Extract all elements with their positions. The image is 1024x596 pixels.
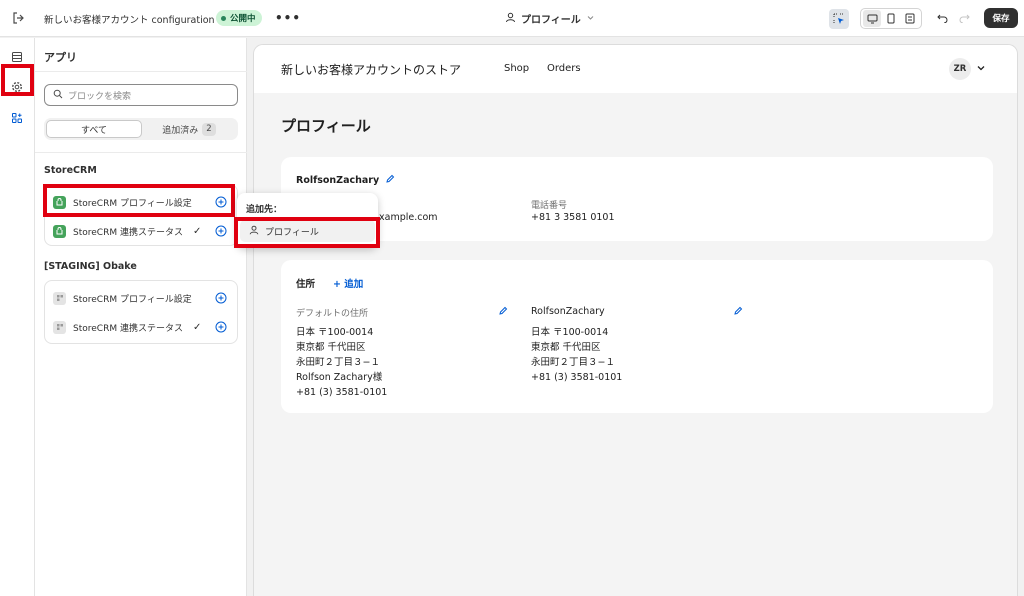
tab-added[interactable]: 追加済み 2 — [142, 120, 236, 138]
app-block-row[interactable]: StoreCRM 連携ステータス ✓ — [45, 219, 237, 243]
app-block-label: StoreCRM 連携ステータス — [73, 323, 183, 334]
search-icon — [53, 89, 63, 102]
phone-value: +81 3 3581 0101 — [531, 212, 615, 223]
page-selector-label: プロフィール — [521, 15, 581, 26]
add-circle-icon[interactable] — [215, 321, 227, 333]
chevron-down-icon[interactable] — [976, 63, 986, 76]
address-line: Rolfson Zachary様 — [296, 372, 383, 383]
fullscreen-icon[interactable] — [901, 10, 919, 27]
profile-name: RolfsonZachary — [296, 175, 380, 186]
desktop-icon[interactable] — [863, 10, 881, 27]
add-circle-icon[interactable] — [215, 225, 227, 237]
address-line: 東京都 千代田区 — [531, 342, 601, 353]
preview-header: 新しいお客様アカウントのストア Shop Orders ZR — [254, 45, 1017, 93]
undo-icon[interactable] — [934, 10, 950, 26]
app-group-title: StoreCRM — [44, 165, 97, 176]
block-search-input[interactable]: ブロックを検索 — [44, 84, 238, 106]
app-icon — [53, 224, 66, 238]
added-count-badge: 2 — [202, 122, 216, 136]
person-icon — [505, 12, 516, 26]
tab-added-label: 追加済み — [162, 125, 199, 136]
apps-highlight-box — [1, 64, 34, 96]
default-address: 日本 〒100-0014 東京都 千代田区 永田町２丁目３−１ Rolfson … — [296, 325, 387, 400]
added-check-icon: ✓ — [193, 321, 202, 333]
profile-card: RolfsonZachary xample.com 電話番号 +81 3 358… — [281, 157, 993, 241]
second-address: 日本 〒100-0014 東京都 千代田区 永田町２丁目３−１ +81 (3) … — [531, 325, 622, 385]
address-title-row: 住所 + 追加 — [296, 276, 363, 290]
status-label: 公開中 — [230, 14, 256, 24]
page-selector[interactable]: プロフィール — [505, 11, 595, 26]
exit-icon[interactable] — [9, 9, 27, 27]
left-rail — [0, 38, 35, 596]
tab-all[interactable]: すべて — [46, 120, 142, 138]
address-line: 日本 〒100-0014 — [296, 327, 374, 338]
second-address-name: RolfsonZachary — [531, 306, 605, 317]
device-switcher — [860, 8, 922, 29]
more-actions-button[interactable]: ••• — [275, 9, 300, 27]
mobile-icon[interactable] — [882, 10, 900, 27]
pencil-icon[interactable] — [733, 306, 743, 316]
page-title: プロフィール — [281, 117, 371, 135]
redo-icon[interactable] — [956, 10, 972, 26]
address-title: 住所 — [296, 279, 316, 290]
app-placeholder-icon — [53, 291, 66, 305]
row-highlight-box — [43, 184, 235, 217]
added-check-icon: ✓ — [193, 225, 202, 237]
apps-icon[interactable] — [6, 107, 28, 129]
store-preview: 新しいお客様アカウントのストア Shop Orders ZR プロフィール Ro… — [253, 44, 1018, 596]
popover-title: 追加先： — [246, 205, 283, 215]
profile-email: xample.com — [379, 212, 438, 223]
status-dot — [221, 15, 226, 21]
app-group-title: [STAGING] Obake — [44, 261, 137, 272]
address-line: 東京都 千代田区 — [296, 342, 366, 353]
divider — [35, 152, 247, 153]
popover-highlight-box — [234, 217, 380, 248]
apps-sidebar: アプリ ブロックを検索 すべて 追加済み 2 StoreCRM StoreCRM… — [35, 38, 247, 596]
pencil-icon[interactable] — [498, 306, 508, 316]
status-badge: 公開中 — [216, 10, 262, 26]
divider — [35, 71, 247, 72]
add-circle-icon[interactable] — [215, 292, 227, 304]
avatar[interactable]: ZR — [949, 58, 971, 80]
search-placeholder: ブロックを検索 — [68, 91, 132, 102]
inspector-toggle-icon[interactable] — [829, 9, 849, 29]
theme-title: 新しいお客様アカウント configuration — [44, 15, 215, 26]
address-line: 永田町２丁目３−１ — [296, 357, 380, 368]
profile-name-row: RolfsonZachary — [296, 174, 395, 187]
add-address-link[interactable]: + 追加 — [333, 276, 363, 290]
address-line: 日本 〒100-0014 — [531, 327, 609, 338]
store-name: 新しいお客様アカウントのストア — [281, 63, 462, 77]
app-block-row[interactable]: StoreCRM プロフィール設定 — [45, 286, 237, 310]
chevron-down-icon — [586, 13, 595, 25]
address-card: 住所 + 追加 デフォルトの住所 日本 〒100-0014 東京都 千代田区 永… — [281, 260, 993, 413]
nav-link-orders[interactable]: Orders — [547, 63, 581, 74]
filter-tabs: すべて 追加済み 2 — [44, 118, 238, 140]
address-line: +81 (3) 3581-0101 — [531, 372, 623, 383]
sidebar-title: アプリ — [44, 51, 77, 64]
address-line: 永田町２丁目３−１ — [531, 357, 615, 368]
top-bar: 新しいお客様アカウント configuration 公開中 ••• プロフィール… — [0, 0, 1024, 37]
address-line: +81 (3) 3581-0101 — [296, 387, 388, 398]
app-block-list: StoreCRM プロフィール設定 StoreCRM 連携ステータス ✓ — [44, 280, 238, 344]
phone-label: 電話番号 — [531, 201, 568, 211]
app-block-label: StoreCRM プロフィール設定 — [73, 294, 192, 305]
pencil-icon[interactable] — [385, 174, 395, 187]
app-block-row[interactable]: StoreCRM 連携ステータス ✓ — [45, 315, 237, 339]
default-address-label: デフォルトの住所 — [296, 309, 369, 319]
nav-link-shop[interactable]: Shop — [504, 63, 529, 74]
app-placeholder-icon — [53, 320, 66, 334]
save-button[interactable]: 保存 — [984, 8, 1018, 28]
app-block-label: StoreCRM 連携ステータス — [73, 227, 183, 238]
